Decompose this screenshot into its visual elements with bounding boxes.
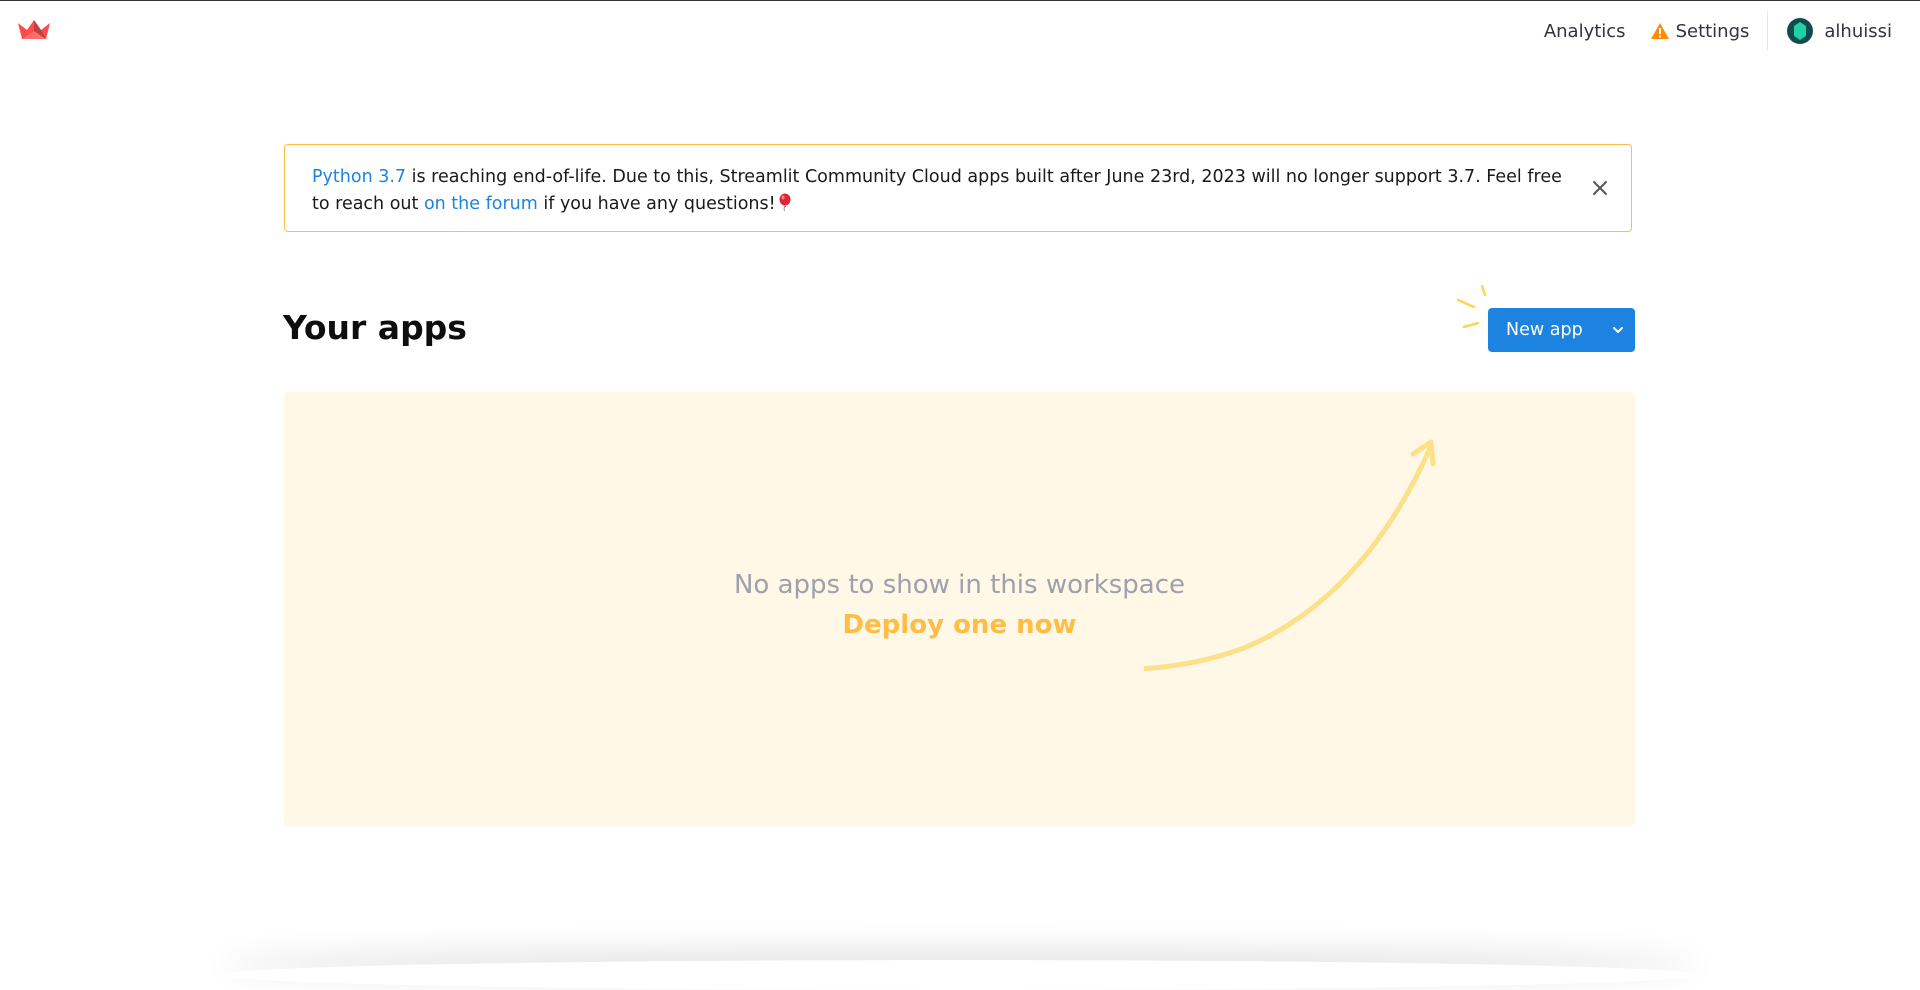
user-menu[interactable]: alhuissi: [1786, 17, 1892, 45]
banner-text-2: if you have any questions!: [537, 194, 776, 214]
bottom-shadow: [220, 960, 1700, 990]
new-app-label: New app: [1506, 320, 1583, 340]
new-app-button[interactable]: New app: [1488, 308, 1635, 352]
user-avatar-icon: [1787, 18, 1814, 44]
close-icon[interactable]: [1591, 179, 1609, 197]
sparkle-decoration-icon: [1456, 284, 1487, 329]
top-navbar: Analytics Settings alhuissi: [0, 0, 1920, 61]
python-37-link[interactable]: Python 3.7: [312, 167, 406, 187]
analytics-link[interactable]: Analytics: [1544, 21, 1626, 42]
new-app-dropdown[interactable]: [1601, 308, 1635, 352]
streamlit-crown-icon[interactable]: [16, 17, 52, 41]
settings-link[interactable]: Settings: [1650, 20, 1750, 42]
empty-apps-panel: No apps to show in this workspace Deploy…: [284, 392, 1635, 826]
settings-label: Settings: [1675, 20, 1750, 42]
forum-link[interactable]: on the forum: [424, 194, 538, 214]
top-nav: Analytics Settings alhuissi: [1544, 1, 1892, 61]
page-title: Your apps: [283, 308, 467, 347]
username: alhuissi: [1824, 20, 1892, 42]
balloon-icon: [779, 193, 791, 211]
deprecation-banner: Python 3.7 is reaching end-of-life. Due …: [284, 144, 1632, 232]
curved-arrow-icon: [1144, 439, 1436, 672]
nav-divider: [1767, 11, 1769, 51]
chevron-down-icon: [1613, 327, 1623, 333]
warning-icon: [1650, 23, 1669, 39]
